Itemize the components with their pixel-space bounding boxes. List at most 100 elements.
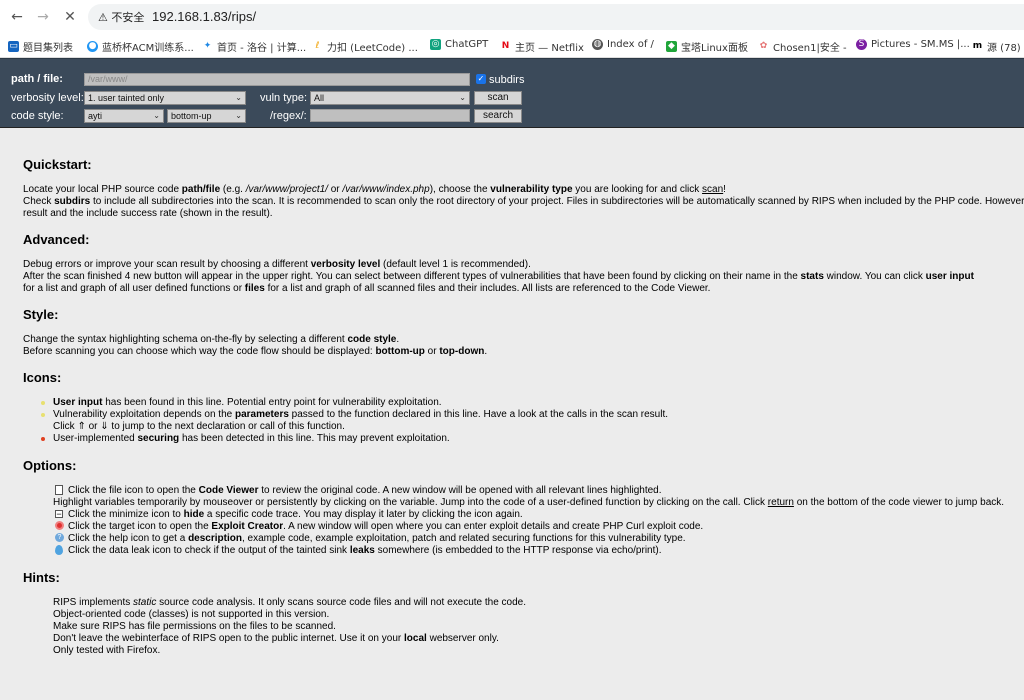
verbosity-select[interactable]: 1. user tainted only ⌄ [84,91,246,105]
options-line-4: Click the target icon to open the Exploi… [68,521,703,533]
file-icon [55,485,63,495]
back-arrow-icon[interactable]: ← [8,8,26,26]
text: Highlight variables temporarily by mouse… [53,497,768,508]
bookmark-10[interactable]: m 源 (78) - [972,39,1024,54]
icons-line-1: User input has been found in this line. … [53,397,442,409]
monitor-icon: ▭ [8,41,19,52]
text: User-implemented [53,433,138,444]
text: you are looking for and click [572,184,703,195]
bookmark-label: 力扣 (LeetCode) ... [327,43,418,54]
bookmark-9[interactable]: S Pictures - SM.MS |... [856,39,970,50]
vuln-type-value: All [314,93,325,103]
bookmark-label: 源 (78) - [987,43,1024,54]
text: hide [183,509,205,520]
bookmark-0[interactable]: ▭ 题目集列表 [8,39,73,54]
bookmark-label: ChatGPT [445,39,489,50]
icons-line-3: Click ⇑ or ⇓ to jump to the next declara… [53,421,345,432]
bookmark-3[interactable]: ℓ 力扣 (LeetCode) ... [312,39,418,54]
stop-loading-icon[interactable]: ✕ [61,8,79,26]
text: has been detected in this line. This may… [179,433,450,444]
text: passed to the function declared in this … [288,409,669,420]
text: subdirs [54,196,91,207]
text: path/file [181,184,221,195]
return-link[interactable]: return [768,497,794,508]
bookmark-6[interactable]: ◍ Index of / [592,39,654,50]
bookmark-2[interactable]: ✦ 首页 - 洛谷 | 计算... [202,39,306,54]
parameter-marker-icon [41,413,45,417]
chatgpt-icon: ◎ [430,39,441,50]
help-icon: ? [55,533,64,542]
advanced-line-3: for a list and graph of all user defined… [23,283,710,295]
bookmark-8[interactable]: ✿ Chosen1|安全 - [758,39,847,54]
text: somewhere (is embedded to the HTTP respo… [374,545,662,556]
search-button[interactable]: search [474,109,522,123]
icons-heading: Icons: [23,370,62,385]
icons-line-2: Vulnerability exploitation depends on th… [53,409,668,421]
forward-arrow-icon[interactable]: → [34,8,52,26]
subdirs-checkbox[interactable]: ✓ [476,74,486,84]
lanqiao-icon: ● [87,41,98,52]
browser-toolbar: ← → ✕ ⚠ 不安全 192.168.1.83/rips/ [0,0,1024,35]
text: /var/www/project1/ [245,184,328,195]
text: Before scanning you can choose which way… [23,346,376,357]
text: or [424,346,440,357]
hints-line-3: Make sure RIPS has file permissions on t… [53,621,336,632]
options-line-2: Highlight variables temporarily by mouse… [53,497,1004,509]
bookmark-5[interactable]: N 主页 — Netflix [500,39,584,54]
options-line-3: Click the minimize icon to hide a specif… [68,509,523,521]
text: Click the data leak icon to check if the… [68,545,350,556]
path-label: path / file: [11,73,63,85]
quickstart-line-1: Locate your local PHP source code path/f… [23,184,726,196]
text: has been found in this line. Potential e… [102,397,442,408]
securing-marker-icon [41,437,45,441]
bookmark-label: 宝塔Linux面板 [681,43,748,54]
code-style-select[interactable]: ayti ⌄ [84,109,164,123]
scan-button[interactable]: scan [474,91,522,105]
text: (e.g. [220,184,246,195]
bookmark-label: Pictures - SM.MS |... [871,39,970,50]
flower-icon: ✿ [758,41,769,52]
bookmark-1[interactable]: ● 蓝桥杯ACM训练系... [87,39,194,54]
hints-line-2: Object-oriented code (classes) is not su… [53,609,330,620]
text: Debug errors or improve your scan result… [23,259,311,270]
text: verbosity level [310,259,381,270]
text: source code analysis. It only scans sour… [156,597,527,608]
flow-select[interactable]: bottom-up ⌄ [167,109,246,123]
text: securing [137,433,180,444]
text: ), choose the [429,184,491,195]
subdirs-label: subdirs [489,74,525,86]
hints-line-1: RIPS implements static source code analy… [53,597,526,609]
text: Vulnerability exploitation depends on th… [53,409,235,420]
options-heading: Options: [23,458,77,473]
text: description [188,533,242,544]
text: parameters [234,409,289,420]
scan-link[interactable]: scan [702,184,723,195]
text: bottom-up [375,346,425,357]
bookmark-7[interactable]: ◆ 宝塔Linux面板 [666,39,748,54]
security-warning[interactable]: ⚠ 不安全 [98,9,144,25]
chevron-down-icon: ⌄ [153,111,160,120]
text: or [327,184,343,195]
bookmark-4[interactable]: ◎ ChatGPT [430,39,488,50]
text: . [396,334,400,345]
text: . A new window will open where you can e… [283,521,704,532]
baota-icon: ◆ [666,41,677,52]
bookmark-label: 题目集列表 [23,43,73,54]
text: top-down [439,346,485,357]
path-input[interactable]: /var/www/ [84,73,470,86]
url-text: 192.168.1.83/rips/ [152,9,257,24]
security-label: 不安全 [111,11,145,24]
address-bar[interactable]: ⚠ 不安全 192.168.1.83/rips/ [88,4,1024,30]
hints-line-5: Only tested with Firefox. [53,645,161,656]
text: /var/www/index.php [342,184,430,195]
style-line-2: Before scanning you can choose which way… [23,346,487,358]
text: to review the original code. A new windo… [258,485,662,496]
vuln-type-select[interactable]: All ⌄ [310,91,470,105]
text: (default level 1 is recommended). [380,259,531,270]
chevron-down-icon: ⌄ [459,93,466,102]
options-line-6: Click the data leak icon to check if the… [68,545,662,557]
regex-input[interactable] [310,109,470,122]
smms-icon: S [856,39,867,50]
target-icon [55,521,64,530]
vuln-type-label: vuln type: [260,92,308,104]
